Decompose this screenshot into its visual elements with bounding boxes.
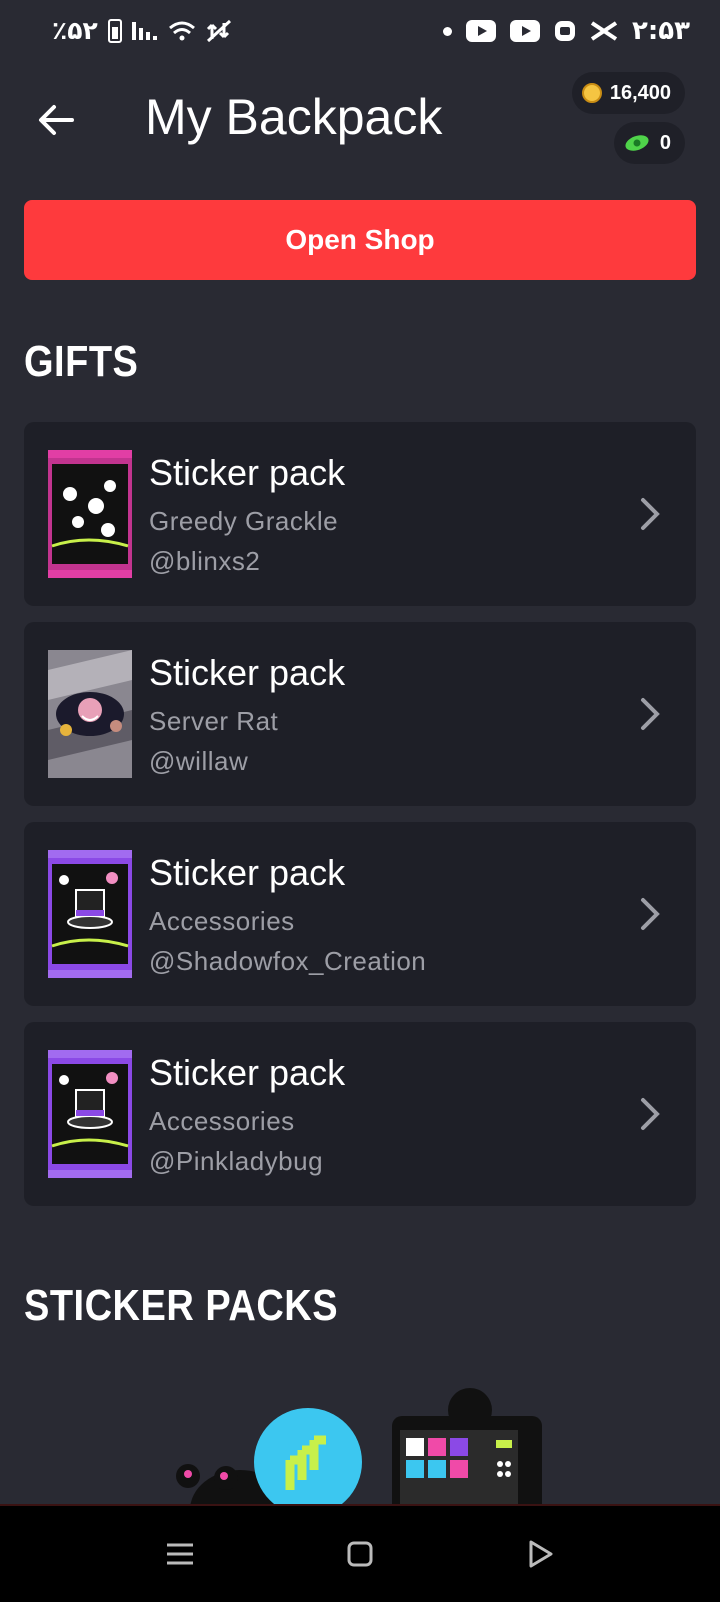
- home-icon[interactable]: [342, 1536, 378, 1572]
- system-nav-bar: [0, 1504, 720, 1602]
- gift-card[interactable]: Sticker pack Accessories @Pinkladybug: [24, 1022, 696, 1206]
- gift-title: Sticker pack: [149, 452, 346, 493]
- status-right: ۲:۵۳: [442, 16, 690, 46]
- gift-pack-name: Server Rat: [149, 706, 279, 736]
- youtube-icon: [465, 20, 496, 42]
- sticker-pack-icon: [48, 1050, 132, 1178]
- cash-icon: [625, 135, 649, 151]
- sticker-artwork: [176, 1388, 542, 1504]
- coin-balance[interactable]: 16,400: [571, 72, 685, 114]
- status-bar: ٪۵۲ ۲:۵۳: [0, 0, 720, 64]
- gifts-heading: GIFTS: [24, 338, 139, 387]
- chevron-right-icon: [641, 898, 660, 930]
- data-off-icon: [206, 19, 231, 42]
- clock: ۲:۵۳: [631, 16, 690, 46]
- page-title: My Backpack: [145, 89, 443, 145]
- gift-pack-name: Greedy Grackle: [149, 506, 339, 536]
- sticker-packs-heading: STICKER PACKS: [24, 1282, 339, 1331]
- gift-card[interactable]: Sticker pack Server Rat @willaw: [24, 622, 696, 806]
- gift-pack-name: Accessories: [149, 906, 295, 936]
- gift-title: Sticker pack: [149, 852, 346, 893]
- gift-sender: @Pinkladybug: [149, 1146, 324, 1176]
- back-arrow-icon[interactable]: [36, 100, 76, 140]
- chevron-right-icon: [641, 498, 660, 530]
- gift-card[interactable]: Sticker pack Greedy Grackle @blinxs2: [24, 422, 696, 606]
- signal-icon: [131, 21, 157, 40]
- app-icon: [554, 21, 575, 41]
- sticker-pack-icon: [48, 650, 132, 778]
- coin-amount: 16,400: [609, 81, 671, 104]
- youtube-icon: [509, 20, 540, 42]
- gift-card[interactable]: Sticker pack Accessories @Shadowfox_Crea…: [24, 822, 696, 1006]
- back-triangle-icon[interactable]: [522, 1536, 558, 1572]
- gift-title: Sticker pack: [149, 652, 346, 693]
- battery-percent: ٪۵۲: [52, 16, 98, 45]
- wifi-icon: [168, 21, 195, 40]
- menu-icon[interactable]: [162, 1536, 198, 1572]
- notification-dot-icon: [442, 26, 452, 36]
- cash-amount: 0: [659, 131, 671, 154]
- gift-title: Sticker pack: [149, 1052, 346, 1093]
- sticker-pack-icon: [48, 850, 132, 978]
- coin-icon: [581, 83, 602, 103]
- sticker-pack-icon: [48, 450, 132, 578]
- chevron-right-icon: [641, 1098, 660, 1130]
- battery-icon: [107, 18, 122, 43]
- open-shop-button[interactable]: Open Shop: [24, 200, 696, 280]
- chevron-right-icon: [641, 698, 660, 730]
- gift-sender: @willaw: [149, 746, 249, 776]
- status-left: ٪۵۲: [52, 16, 232, 45]
- gift-sender: @blinxs2: [149, 546, 261, 576]
- gift-pack-name: Accessories: [149, 1106, 295, 1136]
- cash-balance[interactable]: 0: [613, 122, 685, 164]
- sticker-packs-preview[interactable]: [0, 1380, 720, 1504]
- capcut-icon: [590, 21, 618, 41]
- gift-sender: @Shadowfox_Creation: [149, 946, 427, 976]
